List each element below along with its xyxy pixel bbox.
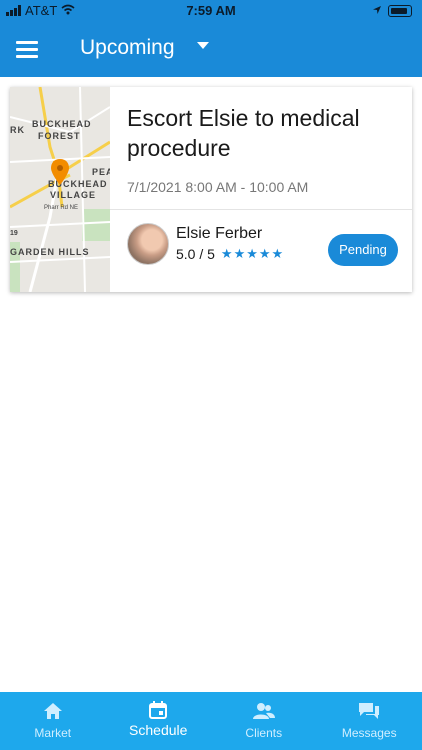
- users-icon: [252, 702, 275, 725]
- nav-item-schedule[interactable]: Schedule: [106, 692, 212, 750]
- map-thumbnail[interactable]: RK BUCKHEAD FOREST PEA BUCKHEAD VILLAGE …: [10, 87, 110, 292]
- map-label: RK: [10, 125, 25, 135]
- appointment-title: Escort Elsie to medical procedure: [127, 105, 360, 161]
- page-title: Upcoming: [80, 36, 175, 59]
- calendar-icon: [149, 701, 168, 724]
- nav-label: Market: [34, 726, 72, 740]
- view-selector[interactable]: Upcoming: [80, 36, 209, 60]
- home-icon: [43, 702, 63, 725]
- app-header: Upcoming: [0, 22, 422, 77]
- bottom-nav: Market Schedule Clients Messages: [0, 692, 422, 750]
- map-label: FOREST: [38, 131, 81, 141]
- battery-icon: [388, 4, 412, 17]
- status-bar: AT&T 7:59 AM: [0, 0, 422, 22]
- nav-label: Messages: [341, 726, 397, 740]
- pending-status-button[interactable]: Pending: [328, 234, 398, 266]
- nav-item-clients[interactable]: Clients: [211, 692, 317, 750]
- star-rating-icon: ★★★★★: [220, 246, 285, 261]
- menu-button[interactable]: [16, 41, 38, 58]
- appointment-card[interactable]: RK BUCKHEAD FOREST PEA BUCKHEAD VILLAGE …: [10, 87, 412, 292]
- map-label: BUCKHEAD: [32, 119, 92, 129]
- map-label: Pharr Rd NE: [44, 205, 79, 211]
- status-time: 7:59 AM: [186, 3, 236, 18]
- location-arrow-icon: [372, 3, 382, 18]
- status-right: [372, 3, 412, 18]
- nav-item-messages[interactable]: Messages: [317, 692, 422, 750]
- map-label: GARDEN HILLS: [10, 247, 90, 257]
- map-label: PEA: [92, 167, 110, 177]
- client-rating: 5.0 / 5 ★★★★★: [176, 246, 284, 262]
- chat-icon: [358, 702, 380, 725]
- appointment-datetime: 7/1/2021 8:00 AM - 10:00 AM: [127, 179, 309, 195]
- client-name: Elsie Ferber: [176, 225, 263, 242]
- map-label: VILLAGE: [50, 190, 97, 200]
- caret-down-icon: [196, 42, 209, 49]
- divider: [110, 209, 412, 210]
- avatar[interactable]: [127, 223, 169, 265]
- appointment-info: Escort Elsie to medical procedure 7/1/20…: [110, 87, 412, 292]
- map-label: 19: [10, 230, 18, 237]
- nav-label: Clients: [245, 726, 283, 740]
- nav-item-market[interactable]: Market: [0, 692, 106, 750]
- rating-text: 5.0 / 5: [176, 246, 215, 262]
- nav-label: Schedule: [129, 722, 188, 738]
